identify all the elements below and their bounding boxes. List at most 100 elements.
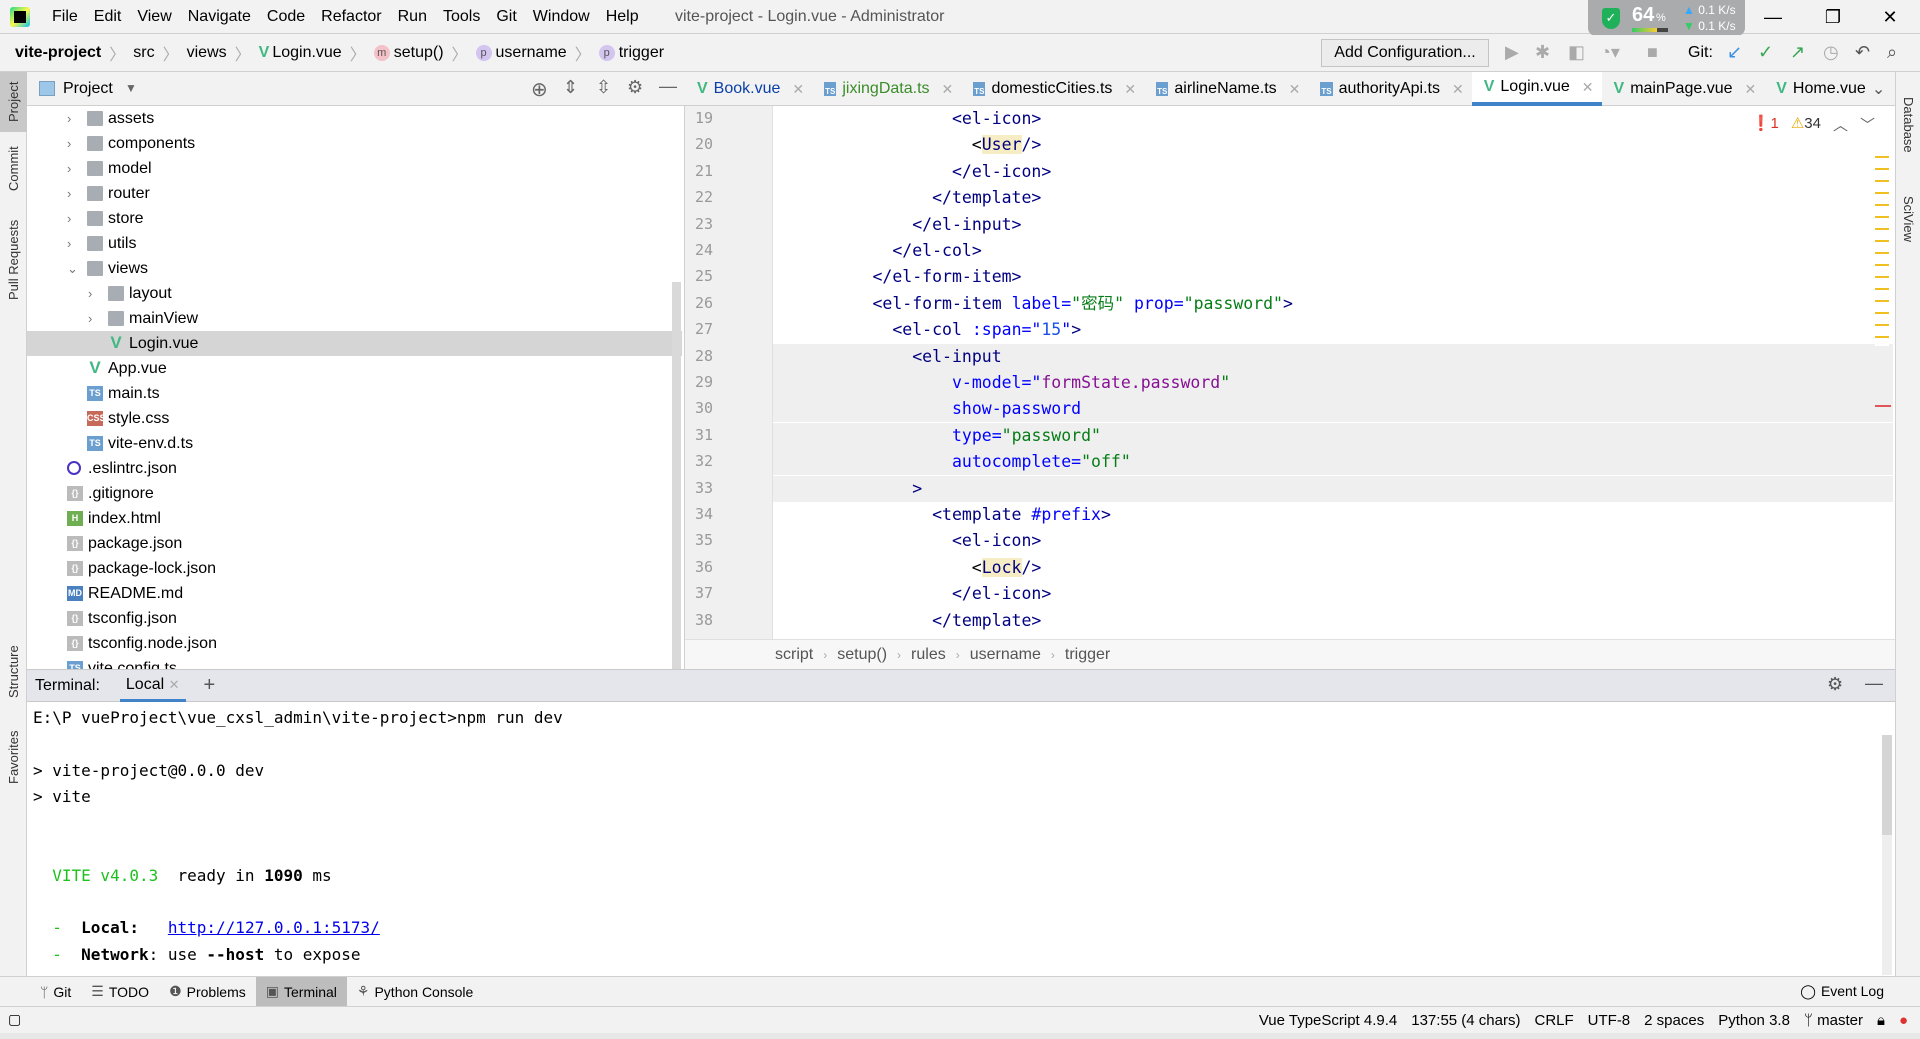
hide-icon[interactable]: — (1865, 673, 1883, 694)
project-scrollbar[interactable] (672, 282, 681, 677)
close-tab-icon[interactable]: ✕ (169, 677, 180, 692)
debug-icon[interactable]: ✱ (1535, 42, 1550, 63)
git-push-icon[interactable]: ↗ (1790, 42, 1805, 63)
breadcrumb-item[interactable]: V Login.vue (259, 44, 342, 62)
close-button[interactable]: ✕ (1870, 4, 1910, 30)
restore-button[interactable]: ❐ (1813, 4, 1853, 30)
gear-icon[interactable]: ⚙ (627, 77, 643, 98)
editor-breadcrumb-item[interactable]: username (970, 646, 1041, 664)
menu-window[interactable]: Window (525, 8, 598, 26)
tree-item[interactable]: TS main.ts (27, 381, 682, 406)
breadcrumb-item[interactable]: vite-project (15, 44, 101, 62)
profile-icon[interactable]: ◔▾ (1600, 42, 1620, 63)
tree-item[interactable]: CSS style.css (27, 406, 682, 431)
git-history-icon[interactable]: ◷ (1823, 42, 1839, 63)
status-encoding[interactable]: UTF-8 (1588, 1012, 1631, 1029)
locate-icon[interactable]: ⊕ (531, 77, 548, 102)
editor-breadcrumb-item[interactable]: script (775, 646, 813, 664)
event-log-button[interactable]: ◯ Event Log (1800, 983, 1884, 1000)
menu-navigate[interactable]: Navigate (180, 8, 259, 26)
menu-edit[interactable]: Edit (86, 8, 130, 26)
tool-window-structure[interactable]: Structure (0, 632, 27, 712)
terminal-tab-local[interactable]: Local ✕ (119, 670, 186, 702)
tree-item[interactable]: {} .gitignore (27, 481, 682, 506)
close-tab-icon[interactable]: ✕ (1289, 81, 1301, 98)
tree-item[interactable]: {} tsconfig.json (27, 606, 682, 631)
stop-icon[interactable]: ■ (1647, 42, 1658, 63)
minimize-button[interactable]: — (1753, 4, 1793, 30)
gear-icon[interactable]: ⚙ (1827, 674, 1843, 695)
chevron-right-icon[interactable]: › (88, 306, 92, 331)
rollback-icon[interactable]: ↶ (1855, 42, 1870, 63)
breadcrumb-item[interactable]: p trigger (598, 44, 664, 62)
editor-tab[interactable]: TS authorityApi.ts ✕ (1308, 72, 1471, 106)
chevron-down-icon[interactable]: ⌄ (67, 256, 78, 281)
tree-item[interactable]: › model (27, 156, 682, 181)
chevron-right-icon[interactable]: › (67, 206, 71, 231)
tree-item[interactable]: V App.vue (27, 356, 682, 381)
tree-item[interactable]: › components (27, 131, 682, 156)
tool-window-commit[interactable]: Commit (0, 134, 27, 204)
menu-run[interactable]: Run (390, 8, 435, 26)
menu-git[interactable]: Git (488, 8, 524, 26)
error-marker[interactable] (1875, 405, 1891, 407)
chevron-right-icon[interactable]: › (88, 281, 92, 306)
tree-item[interactable]: Hindex.html (27, 506, 682, 531)
tree-item[interactable]: {} package-lock.json (27, 556, 682, 581)
local-url-link[interactable]: http://127.0.0.1:5173/ (168, 918, 380, 937)
tree-item[interactable]: › assets (27, 106, 682, 131)
breadcrumb-item[interactable]: m setup() (373, 44, 444, 62)
chevron-right-icon[interactable]: › (67, 131, 71, 156)
editor-tab[interactable]: TS jixingData.ts ✕ (812, 72, 961, 106)
git-update-icon[interactable]: ↙ (1727, 42, 1742, 63)
tree-item[interactable]: › mainView (27, 306, 682, 331)
tool-window-project[interactable]: Project (0, 72, 27, 132)
tool-button-git[interactable]: ᛘ Git (30, 977, 81, 1007)
breadcrumb-item[interactable]: src (133, 44, 154, 62)
tree-item[interactable]: › store (27, 206, 682, 231)
status-branch[interactable]: ᛘ master (1804, 1012, 1863, 1029)
tree-item[interactable]: .eslintrc.json (27, 456, 682, 481)
status-position[interactable]: 137:55 (4 chars) (1411, 1012, 1520, 1029)
notification-icon[interactable]: ● (1899, 1012, 1908, 1029)
chevron-right-icon[interactable]: › (67, 156, 71, 181)
editor-breadcrumb-item[interactable]: rules (911, 646, 946, 664)
next-highlight-icon[interactable]: ﹀ (1860, 114, 1875, 135)
editor-breadcrumb-item[interactable]: trigger (1065, 646, 1110, 664)
breadcrumb-item[interactable]: p username (475, 44, 567, 62)
status-line-separator[interactable]: CRLF (1534, 1012, 1573, 1029)
editor-tab[interactable]: VmainPage.vue ✕ (1602, 72, 1765, 106)
code-editor[interactable]: 19 20 21 22 23 24 25 26 27 28 29 30 31 32 33 34 35 36 37 38… (685, 106, 1895, 639)
tool-button-python-console[interactable]: ⚘ Python Console (347, 977, 483, 1007)
chevron-right-icon[interactable]: › (67, 106, 71, 131)
project-title[interactable]: Project (63, 80, 113, 98)
hide-icon[interactable]: — (659, 76, 677, 97)
lock-icon[interactable]: 🔒︎ (1877, 1012, 1885, 1029)
tool-window-pull-requests[interactable]: Pull Requests (0, 212, 27, 307)
tool-window-favorites[interactable]: Favorites (0, 717, 27, 797)
chevron-right-icon[interactable]: › (67, 181, 71, 206)
menu-tools[interactable]: Tools (435, 8, 488, 26)
editor-tab[interactable]: V Home.vue ⌄ (1764, 72, 1893, 106)
close-tab-icon[interactable]: ✕ (792, 81, 804, 98)
inspection-widget[interactable]: ❗1 ⚠34 ︿ ﹀ (1752, 114, 1875, 135)
collapse-all-icon[interactable]: ⇳ (596, 77, 611, 98)
tool-window-database[interactable]: Database (1896, 82, 1920, 167)
tree-item[interactable]: TS vite-env.d.ts (27, 431, 682, 456)
breadcrumb-item[interactable]: views (187, 44, 227, 62)
menu-file[interactable]: File (44, 8, 86, 26)
new-terminal-icon[interactable]: + (204, 674, 216, 697)
menu-help[interactable]: Help (598, 8, 647, 26)
tool-window-sciview[interactable]: SciView (1896, 182, 1920, 257)
chevron-down-icon[interactable]: ▼ (125, 81, 137, 95)
close-tab-icon[interactable]: ✕ (1452, 81, 1464, 98)
menu-code[interactable]: Code (259, 8, 313, 26)
tool-button-todo[interactable]: ☰ TODO (81, 977, 159, 1007)
coverage-icon[interactable]: ◧ (1568, 42, 1585, 63)
tool-button-terminal[interactable]: ▣ Terminal (255, 976, 347, 1007)
tab-list-chevron-icon[interactable]: ⌄ (1872, 79, 1885, 99)
editor-tab[interactable]: V Book.vue ✕ (685, 72, 812, 106)
toggle-tool-windows-icon[interactable]: ▢ (8, 1011, 21, 1028)
tree-item[interactable]: MD README.md (27, 581, 682, 606)
add-configuration-button[interactable]: Add Configuration... (1321, 39, 1489, 67)
